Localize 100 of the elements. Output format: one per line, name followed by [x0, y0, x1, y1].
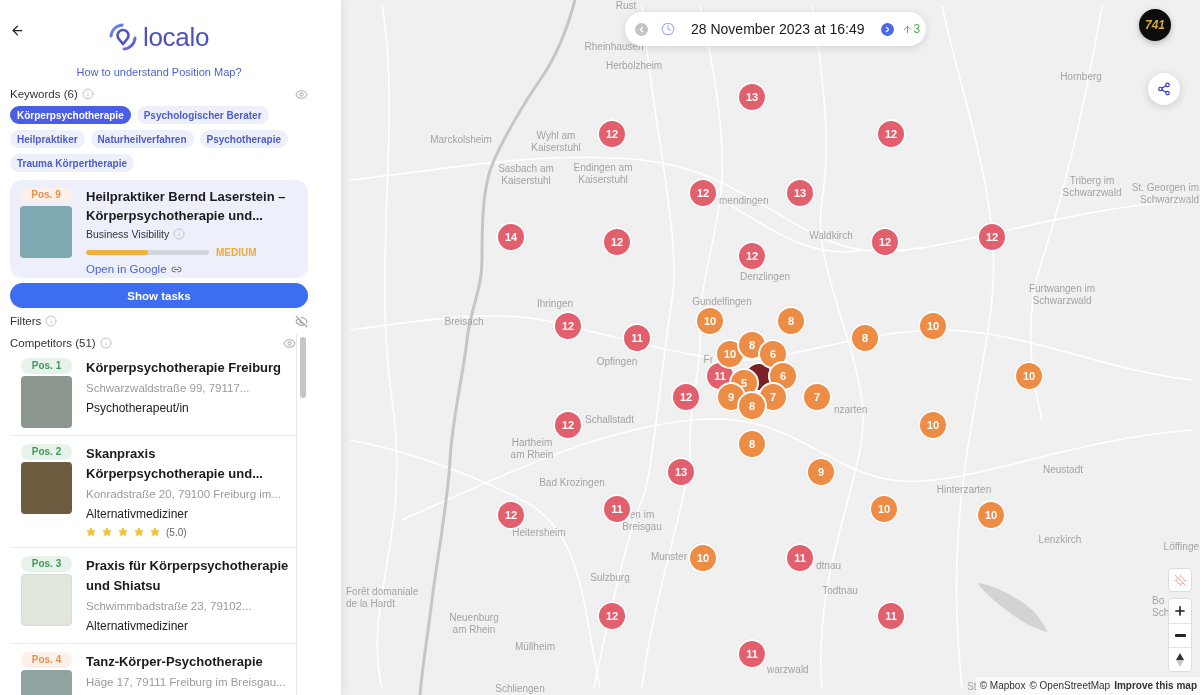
place-label: Löffinge [1163, 541, 1199, 553]
place-label: nzarten [834, 404, 868, 416]
star-icon [118, 527, 128, 537]
place-label: Marckolsheim [430, 134, 492, 146]
cluster-marker[interactable]: 8 [737, 429, 767, 459]
place-label: Herbolzheim [605, 60, 663, 72]
keyword-chip[interactable]: Heilpraktiker [10, 130, 85, 148]
photo-placeholder [20, 206, 72, 258]
date-text: 28 November 2023 at 16:49 [691, 21, 865, 37]
place-label: Munster [650, 551, 687, 563]
place-label: Rheinhausen [584, 41, 644, 53]
keyword-chip[interactable]: Trauma Körpertherapie [10, 154, 135, 172]
location-off-button[interactable] [1168, 568, 1192, 592]
cluster-marker[interactable]: 12 [977, 222, 1007, 252]
info-icon[interactable] [81, 88, 94, 100]
place-label: Heitersheim [512, 527, 566, 539]
competitor-name[interactable]: Tanz-Körper-Psychotherapie [86, 652, 296, 672]
map-thumbnail-placeholder [21, 574, 72, 626]
cluster-marker[interactable]: 10 [918, 311, 948, 341]
keyword-chip[interactable]: Naturheilverfahren [90, 130, 194, 148]
cluster-marker[interactable]: 10 [918, 410, 948, 440]
brand-name: localo [142, 22, 210, 52]
business-title: Heilpraktiker Bernd Laserstein – Körperpsychotherapie und... [86, 188, 287, 225]
mapbox-link[interactable]: © Mapbox [979, 679, 1026, 692]
cluster-marker[interactable]: 7 [802, 382, 832, 412]
cluster-marker[interactable]: 12 [597, 119, 627, 149]
show-tasks-button[interactable]: Show tasks [10, 283, 308, 308]
place-label: Hartheim am Rhein [510, 437, 554, 461]
place-label: Furtwangen im Schwarzwald [1028, 283, 1096, 307]
next-date-button[interactable] [880, 22, 894, 36]
competitor-name[interactable]: Praxis für Körperpsychotherapie und Shiatsu [86, 556, 296, 596]
keyword-chip[interactable]: Körperpsychotherapie [10, 106, 131, 124]
place-label: Denzlingen [740, 271, 790, 283]
place-label: Opfingen [596, 356, 638, 368]
cluster-marker[interactable]: 11 [622, 323, 652, 353]
cluster-marker[interactable]: 12 [737, 241, 767, 271]
cluster-marker[interactable]: 12 [671, 382, 701, 412]
keyword-chip[interactable]: Psychotherapie [199, 130, 288, 148]
help-link[interactable]: How to understand Position Map? [76, 66, 242, 78]
arrow-up-icon [901, 23, 913, 35]
cluster-marker[interactable]: 10 [695, 306, 725, 336]
place-label: St. [967, 681, 980, 693]
change-count: 3 [913, 22, 921, 36]
cluster-marker[interactable]: 10 [1014, 361, 1044, 391]
place-label: dtnau [816, 560, 842, 572]
info-icon[interactable] [99, 337, 112, 349]
place-label: Sulzburg [590, 572, 630, 584]
cluster-marker[interactable]: 12 [597, 601, 627, 631]
star-icon [150, 527, 160, 537]
eye-icon[interactable] [283, 336, 296, 350]
clock-icon[interactable] [661, 22, 675, 36]
cluster-marker[interactable]: 12 [688, 178, 718, 208]
cluster-marker[interactable]: 12 [553, 410, 583, 440]
cluster-marker[interactable]: 12 [870, 227, 900, 257]
cluster-marker[interactable]: 14 [496, 222, 526, 252]
competitor-name[interactable]: Skanpraxis Körperpsychotherapie und... [86, 444, 296, 484]
competitor-name[interactable]: Körperpsychotherapie Freiburg [86, 358, 296, 378]
share-button[interactable] [1148, 73, 1180, 105]
place-label: mendingen [719, 195, 769, 207]
competitor-address: Häge 17, 79111 Freiburg im Breisgau... [86, 675, 287, 689]
cluster-marker[interactable]: 13 [666, 457, 696, 487]
eye-icon[interactable] [295, 87, 308, 101]
visibility-rating: MEDIUM [216, 246, 257, 258]
info-icon[interactable] [45, 315, 58, 327]
compass-icon [1176, 652, 1184, 667]
keyword-chip[interactable]: Psychologischer Berater [136, 106, 269, 124]
place-label: Hinterzarten [936, 484, 992, 496]
cluster-marker[interactable]: 8 [737, 391, 767, 421]
compass-button[interactable] [1169, 647, 1191, 671]
cluster-marker[interactable]: 8 [776, 306, 806, 336]
cluster-marker[interactable]: 10 [869, 494, 899, 524]
open-in-google-link[interactable]: Open in Google [86, 263, 167, 275]
cluster-marker[interactable]: 10 [976, 500, 1006, 530]
openstreetmap-link[interactable]: © OpenStreetMap [1029, 679, 1111, 692]
plus-icon [1173, 604, 1187, 618]
cluster-marker[interactable]: 11 [876, 601, 906, 631]
improve-map-link[interactable]: Improve this map [1114, 679, 1197, 692]
cluster-marker[interactable]: 10 [688, 543, 718, 573]
account-avatar[interactable]: 741 [1139, 9, 1171, 41]
position-badge: Pos. 4 [21, 652, 72, 668]
competitor-address: Schwarzwaldstraße 99, 79117... [86, 381, 251, 395]
logo-icon [108, 23, 137, 51]
cluster-marker[interactable]: 12 [602, 227, 632, 257]
cluster-marker[interactable]: 11 [737, 639, 767, 669]
cluster-marker[interactable]: 11 [785, 543, 815, 573]
cluster-marker[interactable]: 12 [876, 119, 906, 149]
cluster-marker[interactable]: 12 [553, 311, 583, 341]
cluster-marker[interactable]: 12 [496, 500, 526, 530]
cluster-marker[interactable]: 8 [850, 323, 880, 353]
lake-drawing [977, 583, 1048, 632]
cluster-marker[interactable]: 9 [806, 457, 836, 487]
info-icon[interactable] [173, 228, 186, 240]
scrollbar-thumb[interactable] [300, 337, 306, 398]
place-label: Bad Krozingen [539, 477, 605, 489]
cluster-marker[interactable]: 13 [785, 178, 815, 208]
keywords-label: Keywords (6) [10, 87, 78, 101]
eye-off-icon[interactable] [295, 314, 308, 328]
photo-placeholder [21, 376, 72, 428]
place-label: St. Georgen im Schwarzwald [1131, 182, 1199, 206]
cluster-marker[interactable]: 13 [737, 82, 767, 112]
